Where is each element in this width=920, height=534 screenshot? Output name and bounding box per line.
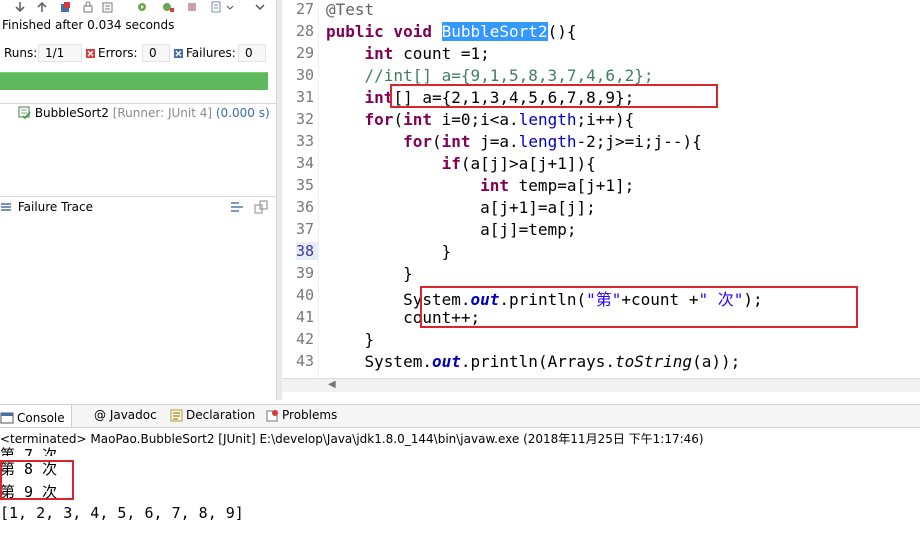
code-line-32: for(int i=0;i<a.length;i++){	[364, 110, 635, 129]
runs-value: 1/1	[38, 44, 82, 62]
highlight-box-output	[0, 460, 74, 500]
tab-problems[interactable]: Problems	[266, 408, 337, 422]
test-progress-bar	[0, 72, 268, 90]
test-run-history-icon[interactable]	[210, 1, 222, 13]
highlight-box-println	[420, 286, 858, 328]
code-line-30: //int[] a={9,1,5,8,3,7,4,6,2};	[364, 66, 654, 85]
previous-failure-icon[interactable]	[36, 1, 48, 13]
code-line-38: }	[441, 242, 452, 261]
line-number: 43	[296, 352, 315, 370]
junit-panel: Finished after 0.034 seconds Runs: 1/1 E…	[0, 0, 276, 400]
line-number: 29	[296, 44, 315, 62]
failures-label: Failures:	[186, 46, 236, 60]
problems-icon	[266, 409, 278, 421]
scroll-lock-icon[interactable]	[82, 1, 94, 13]
line-number: 42	[296, 330, 315, 348]
code-line-34: if(a[j]>a[j+1]){	[441, 154, 596, 173]
code-line-37: a[j]=temp;	[480, 220, 577, 239]
console-output-line: 第 7 次	[0, 446, 58, 456]
junit-counters: Runs: 1/1 Errors: 0 Failures: 0	[0, 44, 272, 66]
failure-trace-header: Failure Trace	[0, 200, 93, 214]
line-number: 31	[296, 88, 315, 106]
highlight-box-array	[390, 84, 718, 108]
scroll-left-icon[interactable]: ◀	[328, 379, 336, 390]
test-time: (0.000 s)	[215, 106, 270, 120]
code-line-28: public void BubbleSort2(){	[326, 22, 577, 41]
code-line-27: @Test	[326, 0, 375, 19]
code-line-42: }	[364, 330, 375, 349]
line-number: 27	[296, 0, 315, 18]
test-runner: [Runner: JUnit 4]	[112, 106, 213, 120]
junit-toolbar	[0, 0, 276, 16]
stop-icon[interactable]	[186, 1, 198, 13]
test-passed-icon	[18, 106, 31, 120]
line-number: 32	[296, 110, 315, 128]
rerun-failures-icon[interactable]	[162, 1, 174, 13]
errors-label: Errors:	[98, 46, 138, 60]
code-line-29: int count =1;	[364, 44, 490, 63]
test-tree-item[interactable]: BubbleSort2 [Runner: JUnit 4] (0.000 s)	[18, 106, 270, 120]
chevron-down-icon[interactable]	[226, 1, 234, 13]
divider	[0, 196, 276, 197]
declaration-icon	[170, 409, 183, 421]
rerun-test-icon[interactable]	[136, 1, 148, 13]
runs-label: Runs:	[4, 46, 38, 60]
divider	[0, 103, 276, 104]
line-number: 41	[296, 308, 315, 326]
console-output-result: [1, 2, 3, 4, 5, 6, 7, 8, 9]	[0, 504, 244, 522]
view-menu-icon[interactable]	[254, 1, 266, 13]
console-icon	[0, 412, 14, 423]
line-number: 34	[296, 154, 315, 172]
code-line-43: System.out.println(Arrays.toString(a));	[364, 352, 741, 371]
code-line-36: a[j+1]=a[j];	[480, 198, 596, 217]
line-number: 35	[296, 176, 315, 194]
failures-value: 0	[238, 44, 266, 62]
line-number: 33	[296, 132, 315, 150]
filter-stack-icon[interactable]	[230, 200, 244, 214]
line-number-gutter: 27 28 29 30 31 32 33 34 35 36 37 38 39 40 41 42 43	[282, 0, 319, 378]
line-number: 30	[296, 66, 315, 84]
tab-javadoc[interactable]: @ Javadoc	[94, 408, 157, 422]
line-number: 28	[296, 22, 315, 40]
history-icon[interactable]	[102, 1, 114, 13]
compare-result-icon[interactable]	[254, 200, 268, 214]
failure-trace-label: Failure Trace	[17, 200, 93, 214]
failure-icon	[174, 49, 183, 58]
show-failures-only-icon[interactable]	[60, 1, 72, 13]
next-failure-icon[interactable]	[14, 1, 26, 13]
line-number: 38	[296, 242, 318, 260]
tab-declaration[interactable]: Declaration	[170, 408, 255, 422]
run-status-text: Finished after 0.034 seconds	[2, 18, 175, 32]
console-tab-bar: Console @ Javadoc Declaration Problems	[0, 404, 920, 428]
stack-trace-icon	[1, 203, 11, 211]
selected-method-name: BubbleSort2	[441, 22, 548, 41]
code-line-35: int temp=a[j+1];	[480, 176, 635, 195]
line-number: 39	[296, 264, 315, 282]
console-process-label: <terminated> MaoPao.BubbleSort2 [JUnit] …	[0, 432, 704, 446]
failure-trace-toolbar	[230, 200, 268, 217]
code-editor[interactable]: 27 28 29 30 31 32 33 34 35 36 37 38 39 40 41 42 43 @Test…	[282, 0, 920, 378]
code-line-33: for(int j=a.length-2;j>=i;j--){	[403, 132, 702, 151]
error-icon	[86, 49, 95, 58]
horizontal-scrollbar[interactable]: ◀	[282, 378, 920, 392]
tab-console[interactable]: Console	[0, 405, 72, 427]
line-number: 40	[296, 286, 315, 304]
errors-value: 0	[142, 44, 170, 62]
line-number: 37	[296, 220, 315, 238]
code-line-39: }	[403, 264, 413, 283]
line-number: 36	[296, 198, 315, 216]
test-name: BubbleSort2	[34, 106, 109, 120]
